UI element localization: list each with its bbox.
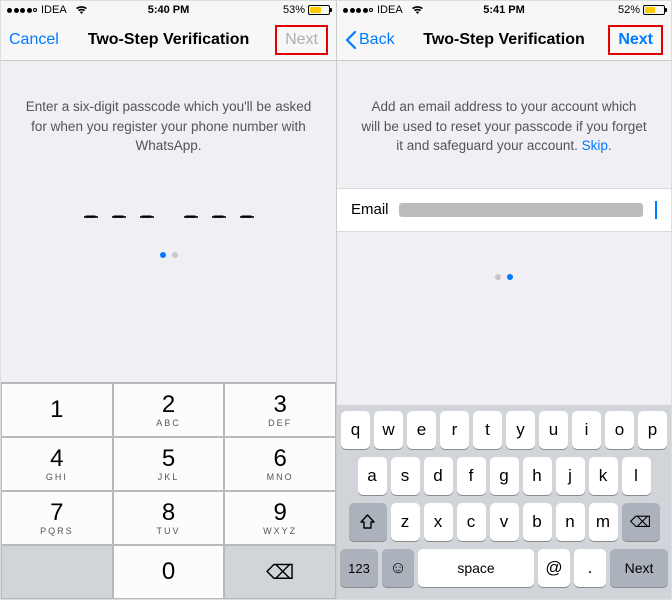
key-t[interactable]: t bbox=[473, 411, 502, 449]
battery-icon bbox=[643, 5, 665, 15]
key-6[interactable]: 6MNO bbox=[224, 437, 336, 491]
key-a[interactable]: a bbox=[358, 457, 387, 495]
key-i[interactable]: i bbox=[572, 411, 601, 449]
key-d[interactable]: d bbox=[424, 457, 453, 495]
key-r[interactable]: r bbox=[440, 411, 469, 449]
key-f[interactable]: f bbox=[457, 457, 486, 495]
instruction-text: Enter a six-digit passcode which you'll … bbox=[1, 61, 336, 184]
nav-bar: Cancel Two-Step Verification Next bbox=[1, 19, 336, 61]
key-4[interactable]: 4GHI bbox=[1, 437, 113, 491]
key-7[interactable]: 7PQRS bbox=[1, 491, 113, 545]
carrier-label: IDEA bbox=[377, 4, 403, 16]
key-number-switch[interactable]: 123 bbox=[340, 549, 378, 587]
page-title: Two-Step Verification bbox=[417, 31, 591, 49]
key-5[interactable]: 5JKL bbox=[113, 437, 225, 491]
status-bar: IDEA 5:40 PM 53% bbox=[1, 1, 336, 19]
key-z[interactable]: z bbox=[391, 503, 420, 541]
key-shift[interactable] bbox=[349, 503, 387, 541]
screen-passcode: IDEA 5:40 PM 53% Cancel Two-Step Verific… bbox=[1, 1, 336, 599]
key-dot[interactable]: . bbox=[574, 549, 606, 587]
nav-bar: Back Two-Step Verification Next bbox=[337, 19, 671, 61]
battery-pct: 53% bbox=[283, 4, 305, 16]
page-indicator bbox=[1, 230, 336, 264]
clock: 5:40 PM bbox=[148, 4, 190, 16]
key-8[interactable]: 8TUV bbox=[113, 491, 225, 545]
battery-icon bbox=[308, 5, 330, 15]
key-at[interactable]: @ bbox=[538, 549, 570, 587]
key-space[interactable]: space bbox=[418, 549, 534, 587]
passcode-digit: – bbox=[212, 204, 226, 218]
next-button[interactable]: Next bbox=[275, 25, 328, 55]
skip-link[interactable]: Skip. bbox=[582, 138, 612, 153]
key-9[interactable]: 9WXYZ bbox=[224, 491, 336, 545]
key-w[interactable]: w bbox=[374, 411, 403, 449]
key-p[interactable]: p bbox=[638, 411, 667, 449]
email-label: Email bbox=[351, 201, 389, 218]
page-title: Two-Step Verification bbox=[81, 31, 256, 49]
chevron-left-icon bbox=[345, 31, 357, 49]
back-button[interactable]: Back bbox=[345, 31, 417, 49]
key-0[interactable]: 0 bbox=[113, 545, 225, 599]
key-k[interactable]: k bbox=[589, 457, 618, 495]
email-value-redacted bbox=[399, 203, 643, 217]
key-g[interactable]: g bbox=[490, 457, 519, 495]
passcode-digit: – bbox=[84, 204, 98, 218]
key-h[interactable]: h bbox=[523, 457, 552, 495]
clock: 5:41 PM bbox=[483, 4, 525, 16]
carrier-label: IDEA bbox=[41, 4, 67, 16]
key-l[interactable]: l bbox=[622, 457, 651, 495]
battery-pct: 52% bbox=[618, 4, 640, 16]
backspace-icon: ⌫ bbox=[630, 513, 651, 531]
key-v[interactable]: v bbox=[490, 503, 519, 541]
number-keypad: 1 2ABC 3DEF 4GHI 5JKL 6MNO 7PQRS 8TUV 9W… bbox=[1, 382, 336, 599]
key-3[interactable]: 3DEF bbox=[224, 383, 336, 437]
emoji-icon: ☺ bbox=[389, 558, 406, 578]
passcode-digit: – bbox=[184, 204, 198, 218]
key-y[interactable]: y bbox=[506, 411, 535, 449]
passcode-digit: – bbox=[140, 204, 154, 218]
key-blank bbox=[1, 545, 113, 599]
passcode-digit: – bbox=[112, 204, 126, 218]
key-b[interactable]: b bbox=[523, 503, 552, 541]
passcode-digit: – bbox=[240, 204, 254, 218]
page-indicator bbox=[337, 232, 671, 286]
key-backspace[interactable]: ⌫ bbox=[224, 545, 336, 599]
key-n[interactable]: n bbox=[556, 503, 585, 541]
key-1[interactable]: 1 bbox=[1, 383, 113, 437]
next-button[interactable]: Next bbox=[608, 25, 663, 55]
key-emoji[interactable]: ☺ bbox=[382, 549, 414, 587]
shift-icon bbox=[359, 514, 376, 530]
key-q[interactable]: q bbox=[341, 411, 370, 449]
text-cursor bbox=[655, 201, 657, 219]
key-u[interactable]: u bbox=[539, 411, 568, 449]
signal-dots-icon bbox=[343, 8, 373, 13]
key-c[interactable]: c bbox=[457, 503, 486, 541]
wifi-icon bbox=[411, 5, 424, 15]
email-field[interactable]: Email bbox=[337, 188, 671, 232]
key-s[interactable]: s bbox=[391, 457, 420, 495]
key-next[interactable]: Next bbox=[610, 549, 668, 587]
passcode-input[interactable]: – – – – – – bbox=[1, 184, 336, 230]
key-x[interactable]: x bbox=[424, 503, 453, 541]
key-o[interactable]: o bbox=[605, 411, 634, 449]
instruction-text: Add an email address to your account whi… bbox=[337, 61, 671, 184]
qwerty-keyboard: q w e r t y u i o p a s d f g h j k l bbox=[337, 405, 671, 599]
status-bar: IDEA 5:41 PM 52% bbox=[337, 1, 671, 19]
screen-email: IDEA 5:41 PM 52% Back Two-Step Verificat… bbox=[336, 1, 671, 599]
wifi-icon bbox=[75, 5, 88, 15]
cancel-button[interactable]: Cancel bbox=[9, 31, 81, 49]
key-m[interactable]: m bbox=[589, 503, 618, 541]
key-backspace[interactable]: ⌫ bbox=[622, 503, 660, 541]
key-e[interactable]: e bbox=[407, 411, 436, 449]
signal-dots-icon bbox=[7, 8, 37, 13]
key-2[interactable]: 2ABC bbox=[113, 383, 225, 437]
key-j[interactable]: j bbox=[556, 457, 585, 495]
backspace-icon: ⌫ bbox=[266, 560, 294, 585]
